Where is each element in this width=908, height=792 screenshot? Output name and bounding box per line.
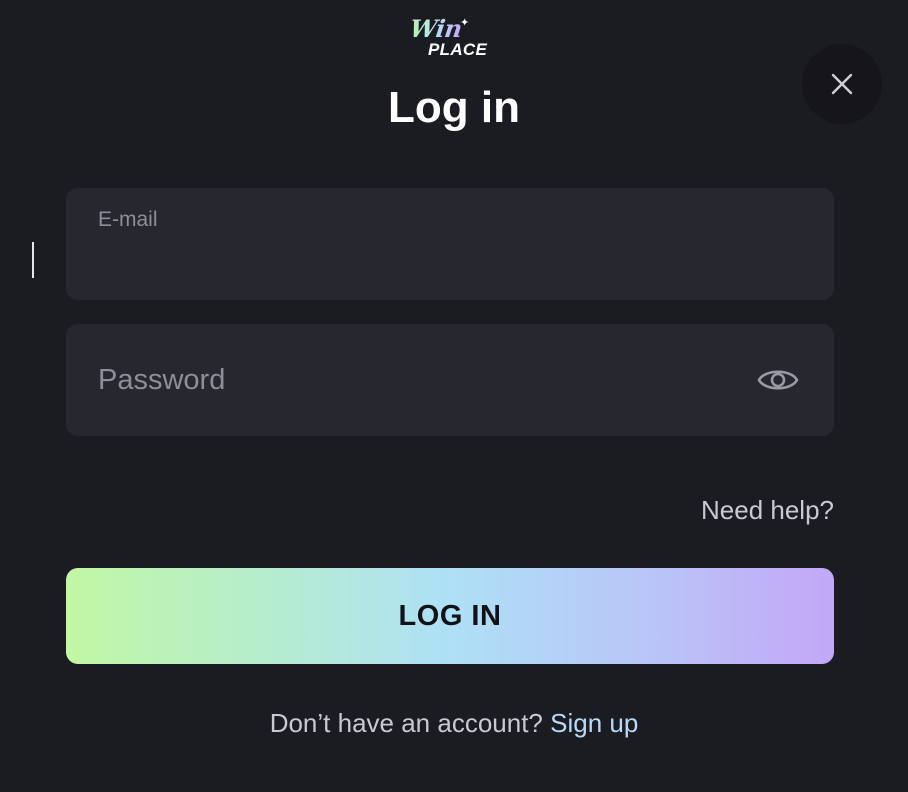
logo-word-place: PLACE (428, 40, 488, 59)
login-modal: Win ✦ PLACE Log in E-mail Need help? LOG… (0, 0, 908, 792)
sparkle-icon: ✦ (460, 17, 470, 29)
text-caret (32, 242, 34, 278)
need-help-link[interactable]: Need help? (701, 494, 834, 526)
signup-link[interactable]: Sign up (550, 708, 638, 738)
email-field[interactable]: E-mail (66, 188, 834, 300)
password-input[interactable] (98, 324, 738, 436)
password-field[interactable] (66, 324, 834, 436)
email-field-label: E-mail (98, 208, 158, 231)
signup-prompt: Don’t have an account? Sign up (0, 706, 908, 740)
toggle-password-button[interactable] (752, 360, 804, 400)
eye-icon (757, 370, 799, 390)
signup-prompt-text: Don’t have an account? (269, 708, 543, 738)
page-title: Log in (388, 83, 520, 132)
brand-logo: Win ✦ PLACE (404, 14, 500, 64)
email-input[interactable] (98, 238, 798, 278)
login-button[interactable]: LOG IN (66, 568, 834, 664)
